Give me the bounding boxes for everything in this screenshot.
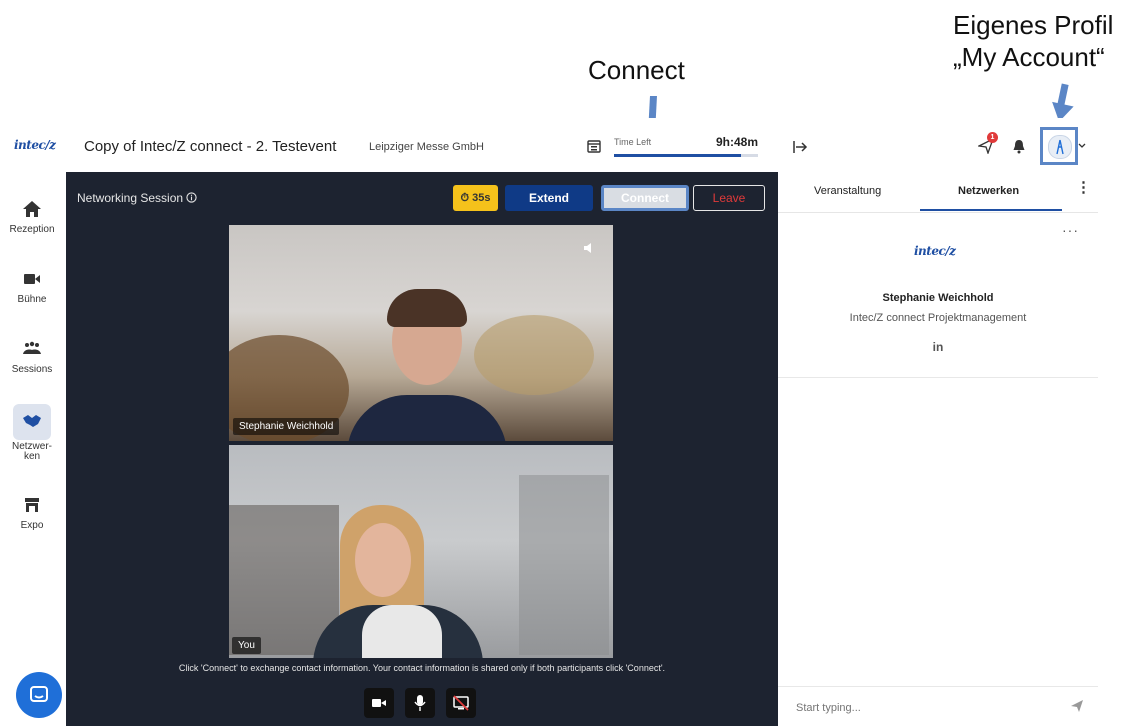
local-video-tile: You [229,445,613,658]
chevron-down-icon[interactable] [1078,143,1086,149]
sidebar-item-rezeption[interactable]: Rezeption [0,200,64,235]
profile-role: Intec/Z connect Projektmanagement [849,312,1027,324]
company-logo: intec/z [914,244,956,258]
user-avatar-icon [1056,139,1064,155]
store-icon [25,498,39,512]
linkedin-icon[interactable]: in [778,340,1098,354]
calendar-icon[interactable] [586,138,602,154]
leave-button[interactable]: Leave [693,185,765,211]
chat-icon [30,686,48,702]
my-account-button[interactable] [1040,127,1078,165]
annotation-connect-label: Connect [588,55,685,85]
time-left-track [614,154,758,157]
tab-veranstaltung[interactable]: Veranstaltung [814,185,881,197]
video-background-blur [519,475,609,655]
event-title: Copy of Intec/Z connect - 2. Testevent [84,138,337,155]
right-panel: 1 Veranstaltung Netzwerken ⋮ ··· intec/z… [778,118,1098,726]
participant-hair [387,289,467,327]
support-chat-button[interactable] [16,672,62,718]
remote-participant-name: Stephanie Weichhold [233,418,340,435]
chat-input-bar [778,686,1098,727]
session-title-wrap: Networking Session [77,191,198,205]
annotation-profile-line1: Eigenes Profil [953,10,1114,40]
left-sidebar: intec/z Rezeption Bühne Sessions Netzwer… [0,118,66,726]
profile-more-options-icon[interactable]: ··· [1062,222,1079,238]
timer-value: 35s [472,192,491,204]
sidebar-item-label: Expo [20,520,44,531]
avatar [1048,135,1072,159]
info-icon[interactable] [186,192,198,203]
video-background-blur [474,315,594,395]
session-title: Networking Session [77,191,184,205]
sidebar-item-netzwerken[interactable]: Netzwer- ken [0,412,64,462]
screen-share-button[interactable] [446,688,476,718]
sidebar-item-label: Netzwer- ken [11,441,52,462]
profile-name: Stephanie Weichhold [882,292,994,304]
participant-shirt [362,605,442,658]
sidebar-item-expo[interactable]: Expo [0,496,64,531]
networking-stage: Networking Session ⏱ 35s Extend Connect … [66,172,778,726]
handshake-icon [23,415,41,427]
time-left-value: 9h:48m [716,135,759,149]
home-icon [23,201,41,217]
video-icon [24,274,40,284]
active-tab-indicator [920,209,1062,211]
brand-logo: intec/z [14,138,56,152]
camera-icon [372,699,386,707]
sidebar-item-label: Rezeption [9,224,55,235]
microphone-icon [414,695,426,711]
people-icon [23,341,41,354]
camera-toggle-button[interactable] [364,688,394,718]
sidebar-item-label: Bühne [17,294,47,305]
bell-icon[interactable] [1012,139,1026,154]
participant-face [355,523,411,597]
collapse-panel-icon[interactable] [792,140,808,154]
participant-body [347,395,507,441]
tab-netzwerken[interactable]: Netzwerken [958,185,1019,197]
notification-badge: 1 [987,132,998,143]
extend-button[interactable]: Extend [505,185,593,211]
screen-share-off-icon [453,695,469,711]
remote-video-tile: Stephanie Weichhold [229,225,613,441]
connect-button[interactable]: Connect [601,185,689,211]
session-timer-badge: ⏱ 35s [453,185,498,211]
sidebar-item-buehne[interactable]: Bühne [0,270,64,305]
organizer-name: Leipziger Messe GmbH [369,141,484,153]
time-left-fill [614,154,741,157]
microphone-toggle-button[interactable] [405,688,435,718]
sidebar-item-sessions[interactable]: Sessions [0,340,64,375]
time-left-label: Time Left [614,137,652,147]
right-panel-tabs: Veranstaltung Netzwerken ⋮ [778,172,1098,213]
send-message-icon[interactable] [1070,699,1084,713]
speaker-icon[interactable] [581,241,595,255]
more-tabs-icon[interactable]: ⋮ [1076,180,1091,195]
local-participant-name: You [232,637,261,654]
sidebar-item-label: Sessions [11,364,53,375]
timer-icon: ⏱ [460,192,470,204]
profile-card: ··· intec/z Stephanie Weichhold Intec/Z … [778,212,1098,378]
connect-hint-text: Click 'Connect' to exchange contact info… [178,663,666,673]
annotation-profile-line2: „My Account“ [953,42,1105,72]
event-header: Copy of Intec/Z connect - 2. Testevent L… [66,118,778,173]
chat-input[interactable] [794,697,1048,719]
